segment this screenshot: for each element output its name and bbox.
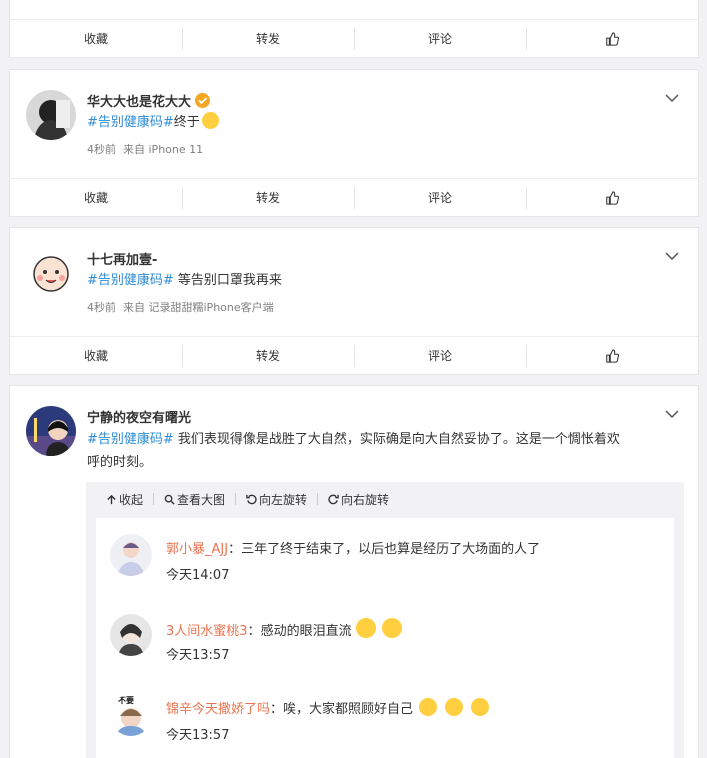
- source-link[interactable]: 记录甜甜糯iPhone客户端: [149, 301, 274, 314]
- collapse-button[interactable]: 收起: [106, 491, 143, 508]
- forward-button[interactable]: 转发: [182, 27, 354, 50]
- post-card-previous: 收藏 转发 评论: [9, 0, 699, 58]
- post-meta: 4秒前 来自 记录甜甜糯iPhone客户端: [87, 301, 274, 314]
- arrow-up-icon: [107, 494, 116, 504]
- crying-emoji-icon: [381, 618, 402, 638]
- like-button[interactable]: [526, 27, 698, 50]
- hug-emoji-icon: [445, 698, 464, 716]
- crying-emoji-icon: [355, 618, 376, 638]
- author-name[interactable]: 宁静的夜空有曙光: [87, 407, 191, 426]
- avatar[interactable]: [26, 248, 76, 298]
- post-card: 华大大也是花大大 #告别健康码#终于 4秒前 来自 iPhone 11 收藏 转…: [9, 69, 699, 217]
- post-meta: 4秒前 来自 iPhone 11: [87, 143, 204, 156]
- hashtag-link[interactable]: #告别健康码#: [87, 115, 174, 130]
- comment-list: 郭小暴_AJJ：三年了终于结束了，以后也算是经历了大场面的人了 今天14:07 …: [96, 518, 674, 758]
- comment-username[interactable]: 3人间水蜜桃3: [166, 624, 248, 639]
- post-actions: 收藏 转发 评论: [10, 336, 698, 374]
- avatar[interactable]: [110, 534, 152, 576]
- rotate-right-icon: [328, 494, 339, 504]
- comment-time: 今天13:57: [166, 648, 230, 663]
- comment-username[interactable]: 郭小暴_AJJ: [166, 542, 228, 557]
- thumbs-up-icon: [606, 32, 619, 46]
- collect-button[interactable]: 收藏: [10, 345, 182, 367]
- post-text: #告别健康码#终于: [87, 111, 219, 134]
- like-button[interactable]: [526, 344, 698, 367]
- chevron-down-icon[interactable]: [664, 90, 680, 106]
- rotate-left-icon: [246, 494, 257, 504]
- avatar[interactable]: [110, 614, 152, 656]
- comment-time: 今天14:07: [166, 568, 230, 583]
- forward-button[interactable]: 转发: [182, 186, 354, 209]
- avatar[interactable]: [26, 406, 76, 456]
- hashtag-link[interactable]: #告别健康码#: [87, 273, 174, 288]
- post-text: #告别健康码# 我们表现得像是战胜了大自然，实际确是向大自然妥协了。这是一个惆怅…: [87, 432, 620, 470]
- author-name[interactable]: 华大大也是花大大: [87, 91, 211, 110]
- expanded-media-box: 收起 查看大图 向左旋转 向右旋转 郭小暴_AJJ：三年了终于结束了，以后也算是…: [86, 482, 684, 758]
- collect-button[interactable]: 收藏: [10, 187, 182, 209]
- comment-time: 今天13:57: [166, 728, 230, 743]
- like-button[interactable]: [526, 186, 698, 209]
- comment-button[interactable]: 评论: [354, 344, 526, 367]
- divider: [235, 493, 237, 505]
- forward-button[interactable]: 转发: [182, 344, 354, 367]
- post-actions: 收藏 转发 评论: [10, 178, 698, 216]
- hug-emoji-icon: [419, 698, 438, 716]
- comment-button[interactable]: 评论: [354, 186, 526, 209]
- thumbs-up-icon: [606, 349, 619, 363]
- media-toolbar: 收起 查看大图 向左旋转 向右旋转: [86, 482, 684, 516]
- view-large-button[interactable]: 查看大图: [164, 491, 225, 508]
- divider: [153, 493, 155, 505]
- post-actions: 收藏 转发 评论: [10, 19, 698, 57]
- avatar[interactable]: 不要: [110, 694, 152, 736]
- chevron-down-icon[interactable]: [664, 248, 680, 264]
- comment-username[interactable]: 锦辛今天撒娇了吗: [166, 702, 270, 717]
- hashtag-link[interactable]: #告别健康码#: [87, 432, 174, 447]
- hug-emoji-icon: [471, 698, 490, 716]
- thumbs-up-icon: [606, 191, 619, 205]
- avatar[interactable]: [26, 90, 76, 140]
- search-icon: [164, 494, 175, 505]
- rotate-right-button[interactable]: 向右旋转: [328, 491, 389, 508]
- rotate-left-button[interactable]: 向左旋转: [246, 491, 307, 508]
- post-card: 宁静的夜空有曙光 #告别健康码# 我们表现得像是战胜了大自然，实际确是向大自然妥…: [9, 385, 699, 758]
- comment-button[interactable]: 评论: [354, 27, 526, 50]
- avatar-label: 不要: [118, 696, 134, 705]
- source-link[interactable]: iPhone 11: [149, 143, 204, 156]
- post-text: #告别健康码# 等告别口罩我再来: [87, 273, 282, 288]
- verified-icon: [195, 93, 211, 108]
- post-card: 十七再加壹- #告别健康码# 等告别口罩我再来 4秒前 来自 记录甜甜糯iPho…: [9, 227, 699, 375]
- chevron-down-icon[interactable]: [664, 406, 680, 422]
- author-name[interactable]: 十七再加壹-: [87, 249, 157, 268]
- collect-button[interactable]: 收藏: [10, 28, 182, 50]
- celebrate-emoji-icon: [201, 112, 219, 129]
- divider: [317, 493, 319, 505]
